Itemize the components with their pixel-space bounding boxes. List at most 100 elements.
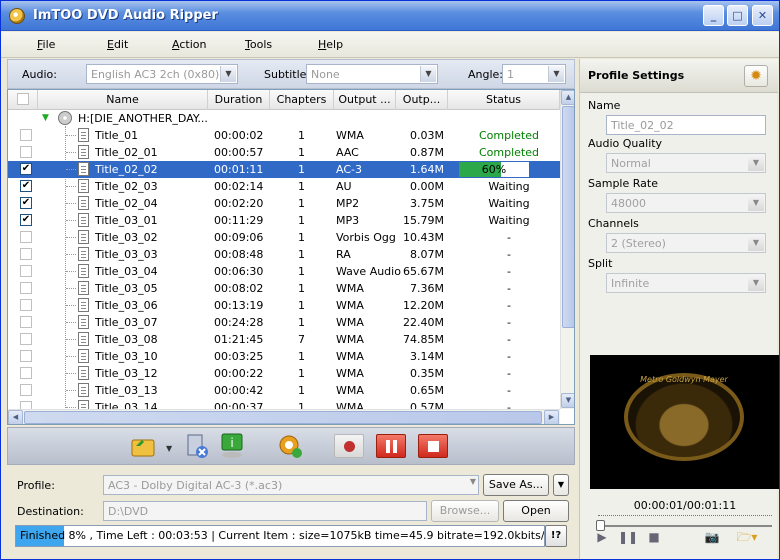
row-checkbox[interactable] [20, 282, 32, 294]
row-checkbox[interactable] [20, 367, 32, 379]
row-checkbox[interactable]: ✔ [20, 197, 32, 209]
pause-button[interactable] [376, 434, 406, 458]
sample-rate-label: Sample Rate [588, 177, 658, 190]
row-checkbox[interactable]: ✔ [20, 163, 32, 175]
column-name[interactable]: Name [38, 90, 208, 110]
cell-status: Completed [479, 146, 539, 159]
cell-format: MP3 [336, 214, 360, 227]
subtitle-select[interactable]: None ▼ [306, 64, 438, 84]
close-button[interactable]: ✕ [752, 5, 773, 26]
sample-rate-select[interactable]: 48000 ▼ [606, 193, 766, 213]
table-row[interactable]: Title_03_03 00:08:48 1 RA 8.07M - [8, 246, 560, 263]
scroll-down-icon[interactable]: ▼ [561, 393, 574, 408]
scroll-left-icon[interactable]: ◀ [8, 410, 23, 424]
add-dropdown-icon[interactable]: ▼ [166, 444, 172, 453]
cell-size: 15.79M [403, 214, 444, 227]
sample-rate-value: 48000 [611, 197, 646, 210]
tree-branch [66, 237, 76, 238]
vertical-scrollbar[interactable]: ▲ ▼ [560, 90, 574, 409]
column-output-format[interactable]: Output ... [334, 90, 396, 110]
snapshot-camera-icon[interactable]: 📷 [702, 527, 722, 547]
table-row[interactable]: Title_03_02 00:09:06 1 Vorbis Ogg 10.43M - [8, 229, 560, 246]
tree-root-row[interactable]: ▼ H:[DIE_ANOTHER_DAY... [8, 110, 560, 127]
settings-gear-button[interactable]: ✹ [744, 65, 768, 87]
table-row[interactable]: ✔ Title_03_01 00:11:29 1 MP3 15.79M Waiting [8, 212, 560, 229]
maximize-button[interactable]: □ [727, 5, 748, 26]
row-checkbox[interactable]: ✔ [20, 214, 32, 226]
cell-chapters: 1 [298, 265, 305, 278]
row-checkbox[interactable] [20, 248, 32, 260]
menu-file[interactable]: File [37, 38, 55, 51]
stop-button[interactable] [418, 434, 448, 458]
pause-icon[interactable]: ❚❚ [618, 527, 638, 547]
cell-format: Vorbis Ogg [336, 231, 396, 244]
name-label: Name [588, 99, 621, 112]
row-checkbox[interactable] [20, 333, 32, 345]
row-checkbox[interactable] [20, 146, 32, 158]
table-row[interactable]: Title_02_01 00:00:57 1 AAC 0.87M Completed [8, 144, 560, 161]
table-row[interactable]: Title_03_10 00:03:25 1 WMA 3.14M - [8, 348, 560, 365]
row-checkbox[interactable] [20, 299, 32, 311]
expand-arrow-icon[interactable]: ▼ [42, 113, 49, 123]
angle-select[interactable]: 1 ▼ [502, 64, 566, 84]
minimize-button[interactable]: _ [703, 5, 724, 26]
row-checkbox[interactable] [20, 384, 32, 396]
column-chapters[interactable]: Chapters [270, 90, 334, 110]
column-duration[interactable]: Duration [208, 90, 270, 110]
add-files-icon[interactable] [130, 432, 158, 460]
tree-branch [66, 135, 76, 136]
table-row[interactable]: ✔ Title_02_04 00:02:20 1 MP2 3.75M Waiting [8, 195, 560, 212]
name-input[interactable]: Title_02_02 [606, 115, 766, 135]
record-button[interactable] [334, 434, 364, 458]
table-row[interactable]: Title_03_04 00:06:30 1 Wave Audio 65.67M - [8, 263, 560, 280]
row-checkbox[interactable] [20, 265, 32, 277]
menu-tools[interactable]: Tools [245, 38, 272, 51]
menu-edit[interactable]: Edit [107, 38, 128, 51]
remove-file-icon[interactable] [184, 432, 210, 460]
column-status[interactable]: Status [448, 90, 560, 110]
menu-action[interactable]: Action [172, 38, 206, 51]
browse-button[interactable]: Browse... [431, 500, 499, 522]
open-folder-icon[interactable]: 🗁▾ [730, 527, 764, 547]
table-row[interactable]: ✔ Title_02_02 00:01:11 1 AC-3 1.64M 60% [8, 161, 560, 178]
save-as-dropdown-icon[interactable]: ▼ [553, 474, 569, 496]
vertical-scroll-thumb[interactable] [562, 106, 574, 328]
table-row[interactable]: Title_03_12 00:00:22 1 WMA 0.35M - [8, 365, 560, 382]
row-checkbox[interactable] [20, 350, 32, 362]
settings-gear-icon[interactable] [276, 432, 304, 460]
horizontal-scroll-thumb[interactable] [24, 411, 542, 424]
row-checkbox[interactable] [20, 129, 32, 141]
tree-branch [66, 271, 76, 272]
row-checkbox[interactable] [20, 316, 32, 328]
info-icon[interactable]: i [218, 432, 248, 460]
audio-quality-select[interactable]: Normal ▼ [606, 153, 766, 173]
row-checkbox[interactable] [20, 231, 32, 243]
select-all-checkbox[interactable] [17, 93, 29, 105]
open-button[interactable]: Open [503, 500, 569, 522]
table-row[interactable]: Title_03_13 00:00:42 1 WMA 0.65M - [8, 382, 560, 399]
scroll-up-icon[interactable]: ▲ [561, 90, 574, 105]
table-row[interactable]: Title_03_06 00:13:19 1 WMA 12.20M - [8, 297, 560, 314]
stop-icon[interactable]: ■ [644, 527, 664, 547]
table-row[interactable]: Title_03_05 00:08:02 1 WMA 7.36M - [8, 280, 560, 297]
help-button[interactable]: !? [545, 525, 567, 547]
menu-help[interactable]: Help [318, 38, 343, 51]
title-bar[interactable]: ImTOO DVD Audio Ripper _ □ ✕ [1, 1, 779, 31]
column-output-size[interactable]: Outp... [396, 90, 448, 110]
table-row[interactable]: Title_01 00:00:02 1 WMA 0.03M Completed [8, 127, 560, 144]
cell-name: Title_03_06 [95, 299, 158, 312]
chevron-down-icon: ▼ [548, 66, 564, 82]
profile-select[interactable]: AC3 - Dolby Digital AC-3 (*.ac3) ▼ [103, 475, 479, 495]
channels-select[interactable]: 2 (Stereo) ▼ [606, 233, 766, 253]
destination-input[interactable]: D:\DVD [103, 501, 427, 521]
table-row[interactable]: Title_03_07 00:24:28 1 WMA 22.40M - [8, 314, 560, 331]
table-row[interactable]: ✔ Title_02_03 00:02:14 1 AU 0.00M Waiting [8, 178, 560, 195]
audio-select[interactable]: English AC3 2ch (0x80) ▼ [86, 64, 238, 84]
play-icon[interactable]: ▶ [592, 527, 612, 547]
scroll-right-icon[interactable]: ▶ [544, 410, 559, 424]
horizontal-scrollbar[interactable]: ◀ ▶ [8, 409, 560, 424]
split-select[interactable]: Infinite ▼ [606, 273, 766, 293]
save-as-button[interactable]: Save As... [483, 474, 549, 496]
row-checkbox[interactable]: ✔ [20, 180, 32, 192]
table-row[interactable]: Title_03_08 01:21:45 7 WMA 74.85M - [8, 331, 560, 348]
